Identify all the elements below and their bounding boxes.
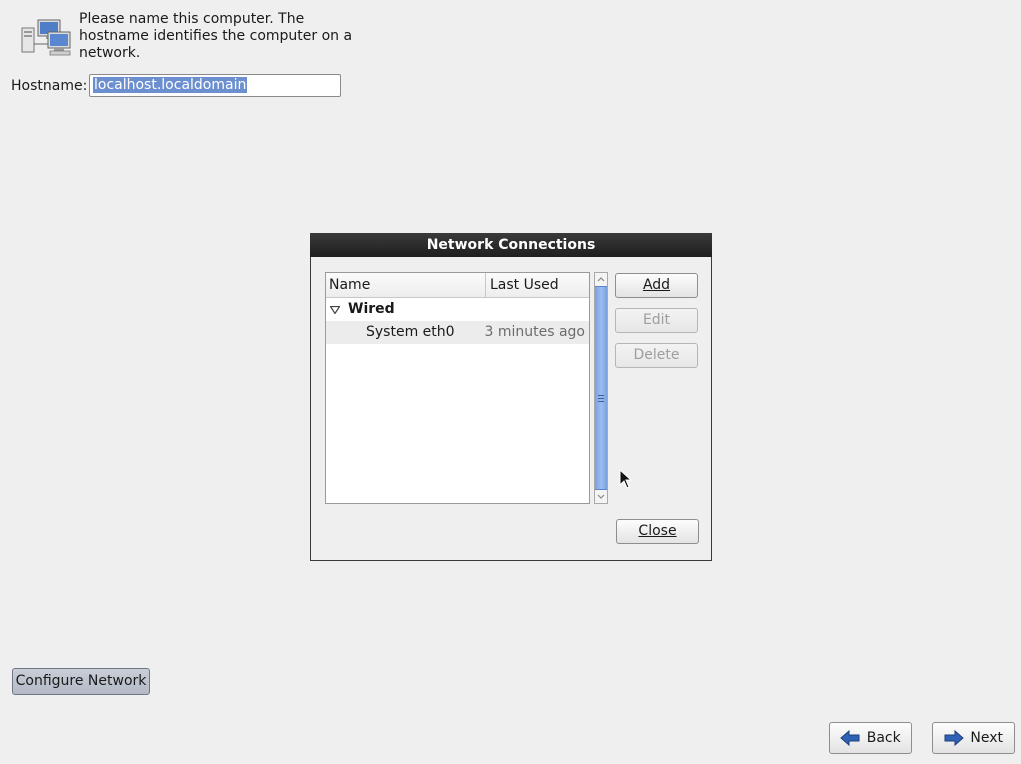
next-button[interactable]: Next <box>932 722 1015 754</box>
header-description: Please name this computer. The hostname … <box>79 11 353 61</box>
hostname-value: localhost.localdomain <box>93 77 248 93</box>
dialog-title: Network Connections <box>310 233 712 257</box>
add-button[interactable]: Add <box>615 273 698 298</box>
scroll-down-arrow[interactable] <box>595 490 607 503</box>
connection-name: System eth0 <box>366 324 455 340</box>
configure-network-button[interactable]: Configure Network <box>12 668 150 695</box>
back-button[interactable]: Back <box>829 722 912 754</box>
arrow-right-icon <box>944 730 964 746</box>
arrow-left-icon <box>840 730 860 746</box>
list-header: Name Last Used <box>326 273 589 298</box>
configure-network-label: Configure Network <box>15 673 147 689</box>
installer-page: Please name this computer. The hostname … <box>0 0 1021 764</box>
connection-row[interactable]: System eth0 3 minutes ago <box>326 321 589 344</box>
connections-list[interactable]: Name Last Used Wired System eth0 3 minut… <box>325 272 590 504</box>
hostname-input[interactable]: localhost.localdomain <box>89 74 341 97</box>
chevron-down-icon <box>597 494 605 499</box>
network-computers-icon <box>21 19 71 56</box>
column-header-name[interactable]: Name <box>326 273 486 297</box>
edit-button-label: Edit <box>642 312 671 328</box>
next-button-label: Next <box>970 730 1004 746</box>
group-label: Wired <box>348 301 395 317</box>
close-button[interactable]: Close <box>616 519 699 544</box>
expander-triangle-icon[interactable] <box>330 306 340 314</box>
mouse-cursor-icon <box>619 469 633 489</box>
back-button-label: Back <box>866 730 901 746</box>
delete-button[interactable]: Delete <box>615 343 698 368</box>
connection-last-used: 3 minutes ago <box>484 324 585 340</box>
group-row-wired[interactable]: Wired <box>326 298 589 321</box>
edit-button[interactable]: Edit <box>615 308 698 333</box>
chevron-up-icon <box>597 277 605 282</box>
network-connections-dialog: Network Connections Name Last Used Wired… <box>310 233 712 561</box>
column-header-last-used[interactable]: Last Used <box>486 273 559 297</box>
hostname-label: Hostname: <box>11 78 88 94</box>
connections-scrollbar[interactable] <box>594 272 608 504</box>
delete-button-label: Delete <box>633 347 680 363</box>
add-button-label: Add <box>642 277 671 293</box>
scroll-thumb[interactable] <box>595 286 607 490</box>
close-button-label: Close <box>638 523 677 539</box>
scroll-up-arrow[interactable] <box>595 273 607 286</box>
scroll-grip-icon <box>598 395 604 402</box>
